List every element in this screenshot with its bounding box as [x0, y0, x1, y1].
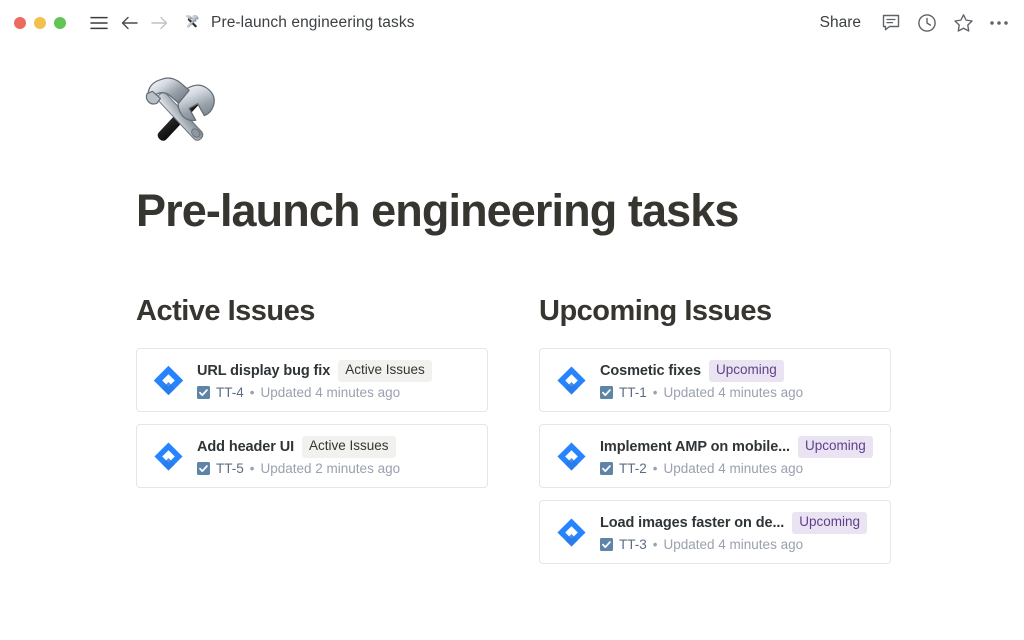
issue-card-body: URL display bug fix Active Issues TT-4 •…: [197, 360, 475, 400]
hammer-and-wrench-icon: [182, 13, 202, 33]
checkbox-checked-icon: [600, 386, 613, 399]
traffic-lights: [0, 17, 66, 29]
status-badge: Active Issues: [302, 436, 396, 458]
column-active-issues: Active Issues URL display bug fix Active…: [136, 296, 488, 565]
checkbox-checked-icon: [600, 538, 613, 551]
issue-card[interactable]: Implement AMP on mobile... Upcoming TT-2…: [539, 424, 891, 488]
issue-key: TT-4: [216, 385, 244, 400]
issue-card-meta: TT-4 • Updated 4 minutes ago: [197, 385, 475, 400]
issue-key: TT-5: [216, 461, 244, 476]
column-upcoming-issues: Upcoming Issues Cosmetic fixes Upcoming: [539, 296, 891, 565]
issue-card[interactable]: Add header UI Active Issues TT-5 • Updat…: [136, 424, 488, 488]
issue-updated: Updated 2 minutes ago: [261, 461, 401, 476]
document-tab[interactable]: Pre-launch engineering tasks: [182, 13, 415, 33]
issue-card-header: Add header UI Active Issues: [197, 436, 475, 458]
issue-updated: Updated 4 minutes ago: [664, 461, 804, 476]
card-list: Cosmetic fixes Upcoming TT-1 • Updated 4…: [539, 348, 891, 564]
comment-icon[interactable]: [876, 8, 906, 38]
issue-card-header: Load images faster on de... Upcoming: [600, 512, 878, 534]
more-horizontal-icon[interactable]: [984, 8, 1014, 38]
page-title: Pre-launch engineering tasks: [136, 186, 1024, 236]
forward-arrow-icon[interactable]: [144, 8, 174, 38]
checkbox-checked-icon: [197, 462, 210, 475]
status-badge: Active Issues: [338, 360, 432, 382]
back-arrow-icon[interactable]: [114, 8, 144, 38]
jira-issue-icon: [556, 365, 587, 396]
meta-separator: •: [653, 537, 658, 552]
hammer-and-wrench-icon[interactable]: [136, 70, 224, 158]
issue-card-meta: TT-2 • Updated 4 minutes ago: [600, 461, 878, 476]
share-button[interactable]: Share: [811, 10, 870, 36]
issue-card[interactable]: Cosmetic fixes Upcoming TT-1 • Updated 4…: [539, 348, 891, 412]
meta-separator: •: [653, 385, 658, 400]
issue-card-header: Cosmetic fixes Upcoming: [600, 360, 878, 382]
jira-issue-icon: [153, 365, 184, 396]
issue-title: Cosmetic fixes: [600, 363, 701, 379]
document-body: Pre-launch engineering tasks Active Issu…: [0, 45, 1024, 640]
issue-card-meta: TT-5 • Updated 2 minutes ago: [197, 461, 475, 476]
status-badge: Upcoming: [798, 436, 873, 458]
issue-card-body: Load images faster on de... Upcoming TT-…: [600, 512, 878, 552]
issue-card[interactable]: Load images faster on de... Upcoming TT-…: [539, 500, 891, 564]
column-heading: Active Issues: [136, 296, 488, 328]
issue-key: TT-3: [619, 537, 647, 552]
issue-title: URL display bug fix: [197, 363, 330, 379]
card-list: URL display bug fix Active Issues TT-4 •…: [136, 348, 488, 488]
clock-icon[interactable]: [912, 8, 942, 38]
issue-key: TT-1: [619, 385, 647, 400]
issue-title: Add header UI: [197, 439, 294, 455]
issue-key: TT-2: [619, 461, 647, 476]
meta-separator: •: [653, 461, 658, 476]
meta-separator: •: [250, 385, 255, 400]
hamburger-menu-icon[interactable]: [84, 8, 114, 38]
status-badge: Upcoming: [709, 360, 784, 382]
close-window-button[interactable]: [14, 17, 26, 29]
issue-card[interactable]: URL display bug fix Active Issues TT-4 •…: [136, 348, 488, 412]
issue-card-meta: TT-1 • Updated 4 minutes ago: [600, 385, 878, 400]
window-titlebar: Pre-launch engineering tasks Share: [0, 0, 1024, 45]
document-title-text: Pre-launch engineering tasks: [211, 14, 415, 32]
star-icon[interactable]: [948, 8, 978, 38]
issue-card-header: URL display bug fix Active Issues: [197, 360, 475, 382]
issue-card-meta: TT-3 • Updated 4 minutes ago: [600, 537, 878, 552]
issue-updated: Updated 4 minutes ago: [261, 385, 401, 400]
meta-separator: •: [250, 461, 255, 476]
issue-card-body: Cosmetic fixes Upcoming TT-1 • Updated 4…: [600, 360, 878, 400]
issue-title: Implement AMP on mobile...: [600, 439, 790, 455]
jira-issue-icon: [153, 441, 184, 472]
issue-card-body: Implement AMP on mobile... Upcoming TT-2…: [600, 436, 878, 476]
minimize-window-button[interactable]: [34, 17, 46, 29]
issue-card-header: Implement AMP on mobile... Upcoming: [600, 436, 878, 458]
titlebar-left-controls: Pre-launch engineering tasks: [84, 8, 415, 38]
checkbox-checked-icon: [197, 386, 210, 399]
jira-issue-icon: [556, 517, 587, 548]
issue-updated: Updated 4 minutes ago: [664, 537, 804, 552]
issue-updated: Updated 4 minutes ago: [664, 385, 804, 400]
zoom-window-button[interactable]: [54, 17, 66, 29]
column-heading: Upcoming Issues: [539, 296, 891, 328]
issue-columns: Active Issues URL display bug fix Active…: [136, 296, 1024, 565]
checkbox-checked-icon: [600, 462, 613, 475]
titlebar-right-controls: Share: [811, 0, 1014, 45]
status-badge: Upcoming: [792, 512, 867, 534]
issue-card-body: Add header UI Active Issues TT-5 • Updat…: [197, 436, 475, 476]
issue-title: Load images faster on de...: [600, 515, 784, 531]
jira-issue-icon: [556, 441, 587, 472]
